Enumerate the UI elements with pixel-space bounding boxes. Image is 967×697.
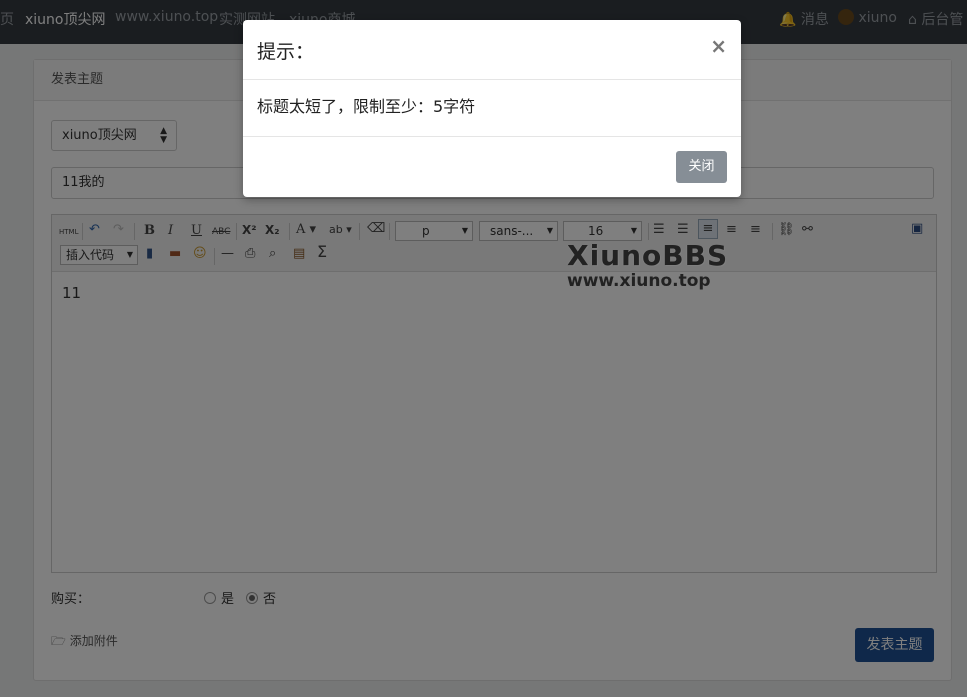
close-icon[interactable]: × xyxy=(710,34,727,58)
modal-message: 标题太短了，限制至少：5字符 xyxy=(257,97,476,116)
modal-header: 提示： × xyxy=(243,20,741,80)
modal-body: 标题太短了，限制至少：5字符 xyxy=(243,80,741,137)
alert-modal: 提示： × 标题太短了，限制至少：5字符 关闭 xyxy=(243,20,741,197)
modal-close-button[interactable]: 关闭 xyxy=(676,151,727,183)
modal-title: 提示： xyxy=(257,41,315,63)
